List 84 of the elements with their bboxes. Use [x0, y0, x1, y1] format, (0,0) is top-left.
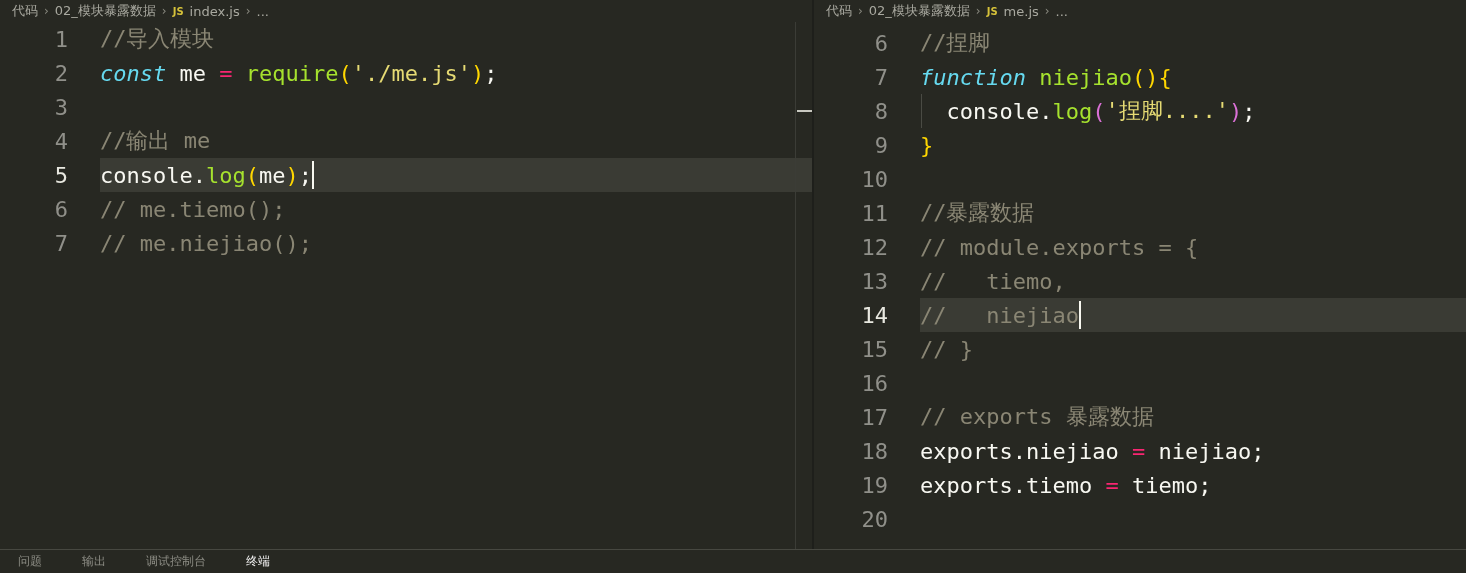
panel-tab[interactable]: 问题	[18, 553, 42, 573]
code-token: const	[100, 60, 167, 86]
code-token: (	[1092, 98, 1106, 124]
code-token: )	[285, 162, 299, 188]
line-number: 9	[873, 132, 888, 158]
code-token: // tiemo,	[920, 268, 1066, 294]
line-number: 5	[53, 162, 68, 188]
breadcrumb-separator: ›	[975, 4, 981, 18]
panel-tab[interactable]: 输出	[82, 553, 106, 573]
breadcrumb-item[interactable]: 02_模块暴露数据	[868, 2, 970, 20]
code-token: function	[920, 64, 1026, 90]
code-token: //捏脚	[920, 29, 991, 57]
code-token: )	[1228, 98, 1243, 124]
panel-tab[interactable]: 调试控制台	[146, 553, 206, 573]
line-number: 6	[53, 196, 68, 222]
code-token: (){	[1131, 64, 1172, 90]
panel-tab[interactable]: 终端	[246, 553, 270, 573]
line-number: 18	[860, 438, 888, 464]
code-token: niejiao	[1038, 64, 1132, 90]
code-token: =	[1131, 438, 1146, 464]
line-number: 7	[873, 64, 888, 90]
code-token: niejiao;	[1157, 438, 1265, 464]
code-token: // }	[920, 336, 973, 362]
line-number: 12	[860, 234, 888, 260]
code-token: //输出 me	[100, 127, 211, 155]
line-number: 14	[860, 302, 888, 328]
code-token: './me.js'	[351, 60, 471, 86]
line-number: 11	[860, 200, 888, 226]
code-token: // me.tiemo();	[100, 196, 286, 222]
line-number: 19	[860, 472, 888, 498]
js-file-icon: JS	[986, 5, 998, 17]
breadcrumb-item[interactable]: 02_模块暴露数据	[54, 2, 156, 20]
line-number: 2	[53, 60, 68, 86]
code-token: //暴露数据	[920, 199, 1035, 227]
breadcrumb-separator: ›	[245, 4, 251, 18]
code-token: exports.niejiao	[920, 438, 1120, 464]
line-number: 8	[873, 98, 888, 124]
code-token: (	[245, 162, 259, 188]
breadcrumb-separator: ›	[1044, 4, 1050, 18]
breadcrumb-item[interactable]: ...	[1055, 3, 1068, 19]
line-number: 6	[873, 30, 888, 56]
breadcrumb-separator: ›	[858, 4, 863, 18]
code-token: console.	[945, 98, 1053, 124]
code-token: ;	[484, 60, 498, 86]
line-number: 20	[860, 506, 888, 532]
code-token: console.	[100, 162, 206, 188]
code-token: // module.exports = {	[920, 234, 1199, 260]
code-token: me	[178, 60, 207, 86]
code-token: me	[258, 162, 286, 188]
code-token: // exports 暴露数据	[920, 403, 1154, 431]
code-token: =	[1105, 472, 1119, 498]
ruler-marker	[797, 110, 812, 112]
code-token: tiemo;	[1130, 472, 1212, 498]
line-number: 4	[53, 128, 68, 154]
line-number: 15	[860, 336, 888, 362]
breadcrumb-item[interactable]: 代码	[826, 2, 852, 20]
code-token: // niejiao	[920, 302, 1079, 328]
line-number: 13	[860, 268, 888, 294]
breadcrumb-item[interactable]: ...	[256, 3, 269, 19]
js-file-icon: JS	[172, 5, 184, 17]
code-token: exports.tiemo	[920, 472, 1094, 498]
breadcrumb-item[interactable]: 代码	[12, 2, 38, 20]
code-token: '捏脚....'	[1105, 97, 1229, 125]
code-token: log	[1052, 98, 1093, 124]
code-token: )	[470, 60, 485, 86]
code-token: =	[219, 60, 233, 86]
code-token: require	[244, 60, 339, 86]
line-number: 1	[53, 26, 68, 52]
code-token: (	[338, 60, 352, 86]
line-number: 10	[860, 166, 888, 192]
code-token: //导入模块	[100, 25, 215, 53]
line-number: 3	[53, 94, 68, 120]
line-number: 16	[860, 370, 888, 396]
code-token: ;	[298, 162, 312, 188]
code-token: ;	[1242, 98, 1256, 124]
breadcrumb-item[interactable]: me.js	[1003, 3, 1039, 19]
line-number: 17	[860, 404, 888, 430]
code-token: // me.niejiao();	[100, 230, 312, 256]
code-token: log	[205, 162, 246, 188]
breadcrumb-separator: ›	[161, 4, 167, 18]
code-token: }	[920, 132, 934, 158]
line-number: 7	[53, 230, 68, 256]
breadcrumb-separator: ›	[44, 4, 49, 18]
breadcrumb-item[interactable]: index.js	[189, 3, 240, 19]
